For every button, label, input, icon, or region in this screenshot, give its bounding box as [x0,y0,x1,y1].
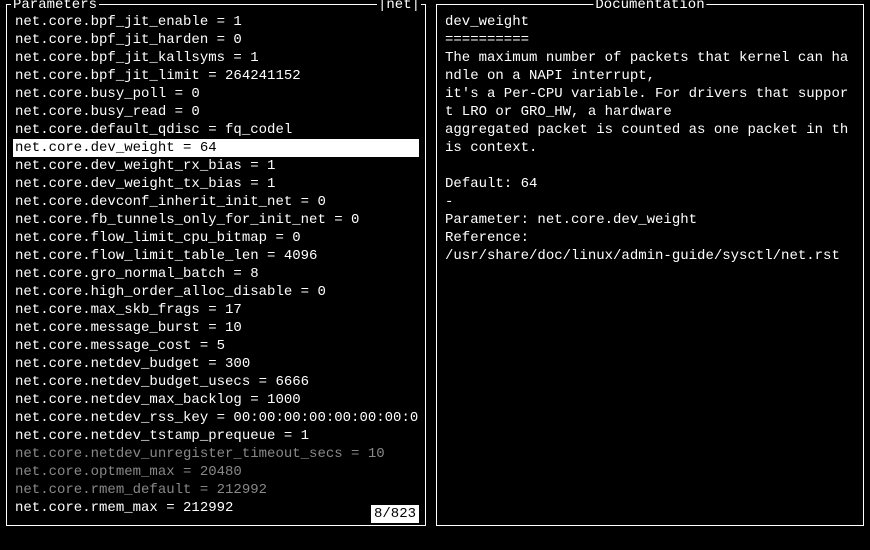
param-row[interactable]: net.core.netdev_budget = 300 [13,355,419,373]
doc-line: Reference: [445,229,855,247]
param-row[interactable]: net.core.netdev_rss_key = 00:00:00:00:00… [13,409,419,427]
param-row[interactable]: net.core.netdev_max_backlog = 1000 [13,391,419,409]
param-row[interactable]: net.core.bpf_jit_limit = 264241152 [13,67,419,85]
param-row[interactable]: net.core.high_order_alloc_disable = 0 [13,283,419,301]
param-row[interactable]: net.core.netdev_budget_usecs = 6666 [13,373,419,391]
doc-line: The maximum number of packets that kerne… [445,49,855,85]
param-row[interactable]: net.core.dev_weight_tx_bias = 1 [13,175,419,193]
parameters-title: Parameters [11,0,99,14]
app-container: Parameters |net| net.core.bpf_jit_enable… [6,4,864,526]
doc-line: Parameter: net.core.dev_weight [445,211,855,229]
doc-line: /usr/share/doc/linux/admin-guide/sysctl/… [445,247,855,265]
param-row[interactable]: net.core.gro_normal_batch = 8 [13,265,419,283]
param-row[interactable]: net.core.bpf_jit_enable = 1 [13,13,419,31]
documentation-title: Documentation [593,0,706,14]
param-row[interactable]: net.core.dev_weight_rx_bias = 1 [13,157,419,175]
parameters-list[interactable]: net.core.bpf_jit_enable = 1net.core.bpf_… [13,13,419,517]
filter-indicator[interactable]: |net| [377,0,421,14]
doc-line: ========== [445,31,855,49]
param-row[interactable]: net.core.rmem_max = 212992 [13,499,419,517]
param-row[interactable]: net.core.netdev_unregister_timeout_secs … [13,445,419,463]
doc-line: - [445,193,855,211]
doc-line: Default: 64 [445,175,855,193]
param-row[interactable]: net.core.busy_poll = 0 [13,85,419,103]
documentation-pane: Documentation dev_weight==========The ma… [436,4,864,526]
param-row[interactable]: net.core.fb_tunnels_only_for_init_net = … [13,211,419,229]
param-row[interactable]: net.core.flow_limit_cpu_bitmap = 0 [13,229,419,247]
parameters-pane[interactable]: Parameters |net| net.core.bpf_jit_enable… [6,4,426,526]
doc-line [445,157,855,175]
param-row[interactable]: net.core.optmem_max = 20480 [13,463,419,481]
param-row[interactable]: net.core.devconf_inherit_init_net = 0 [13,193,419,211]
param-row[interactable]: net.core.message_cost = 5 [13,337,419,355]
param-row[interactable]: net.core.flow_limit_table_len = 4096 [13,247,419,265]
documentation-body: dev_weight==========The maximum number o… [443,13,857,265]
param-row[interactable]: net.core.busy_read = 0 [13,103,419,121]
param-row[interactable]: net.core.dev_weight = 64 [13,139,419,157]
param-row[interactable]: net.core.bpf_jit_harden = 0 [13,31,419,49]
param-row[interactable]: net.core.bpf_jit_kallsyms = 1 [13,49,419,67]
param-row[interactable]: net.core.message_burst = 10 [13,319,419,337]
param-row[interactable]: net.core.rmem_default = 212992 [13,481,419,499]
param-row[interactable]: net.core.default_qdisc = fq_codel [13,121,419,139]
param-row[interactable]: net.core.max_skb_frags = 17 [13,301,419,319]
doc-line: aggregated packet is counted as one pack… [445,121,855,157]
position-counter: 8/823 [371,505,419,523]
doc-line: it's a Per-CPU variable. For drivers tha… [445,85,855,121]
param-row[interactable]: net.core.netdev_tstamp_prequeue = 1 [13,427,419,445]
doc-line: dev_weight [445,13,855,31]
